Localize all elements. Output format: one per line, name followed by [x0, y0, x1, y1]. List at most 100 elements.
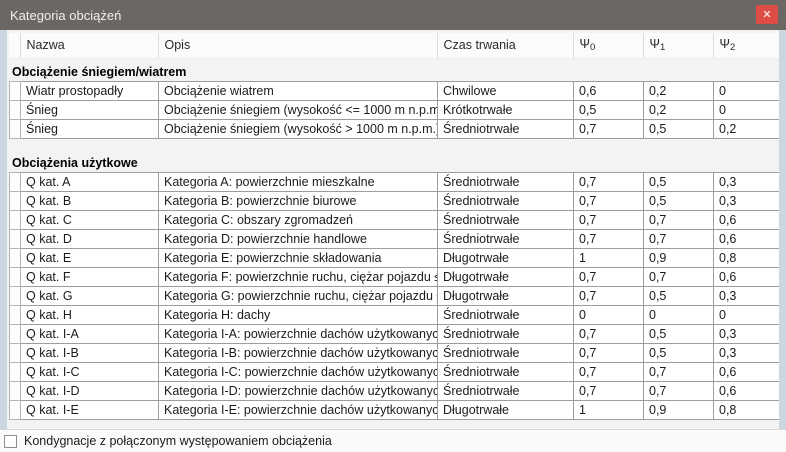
column-header-opis[interactable]: Opis [158, 33, 437, 59]
column-header-nazwa[interactable]: Nazwa [20, 33, 158, 59]
cell-psi0: 0,7 [574, 173, 644, 192]
table-row[interactable]: Q kat. E Kategoria E: powierzchnie skład… [10, 249, 780, 268]
cell-psi0: 1 [574, 249, 644, 268]
table-row[interactable]: Q kat. A Kategoria A: powierzchnie miesz… [10, 173, 780, 192]
cell-psi1: 0,9 [644, 401, 714, 420]
column-header-table: Nazwa Opis Czas trwania Ψ0 Ψ1 Ψ2 [9, 33, 779, 59]
row-selector[interactable] [10, 325, 21, 344]
cell-psi0: 0,7 [574, 230, 644, 249]
cell-nazwa: Q kat. E [21, 249, 159, 268]
load-category-dialog: Kategoria obciążeń ✕ Nazwa Opis Czas trw… [0, 0, 786, 452]
cell-opis: Kategoria I-D: powierzchnie dachów użytk… [159, 382, 438, 401]
cell-nazwa: Q kat. I-A [21, 325, 159, 344]
cell-opis: Obciążenie śniegiem (wysokość <= 1000 m … [159, 101, 438, 120]
close-icon[interactable]: ✕ [756, 5, 778, 24]
table-row[interactable]: Q kat. B Kategoria B: powierzchnie biuro… [10, 192, 780, 211]
row-selector[interactable] [10, 287, 21, 306]
column-header-gutter [9, 33, 20, 59]
cell-psi2: 0,6 [714, 363, 780, 382]
table-row[interactable]: Wiatr prostopadły Obciążenie wiatrem Chw… [10, 82, 780, 101]
cell-opis: Kategoria I-C: powierzchnie dachów użytk… [159, 363, 438, 382]
snow-wind-table: Wiatr prostopadły Obciążenie wiatrem Chw… [9, 81, 780, 139]
cell-nazwa: Śnieg [21, 101, 159, 120]
row-selector[interactable] [10, 101, 21, 120]
cell-psi1: 0,5 [644, 173, 714, 192]
cell-czas: Średniotrwałe [438, 120, 574, 139]
cell-czas: Średniotrwałe [438, 306, 574, 325]
cell-psi1: 0,2 [644, 82, 714, 101]
cell-opis: Kategoria C: obszary zgromadzeń [159, 211, 438, 230]
cell-psi0: 0,7 [574, 211, 644, 230]
combined-load-checkbox[interactable] [4, 435, 17, 448]
cell-nazwa: Wiatr prostopadły [21, 82, 159, 101]
cell-opis: Kategoria G: powierzchnie ruchu, ciężar … [159, 287, 438, 306]
table-row[interactable]: Q kat. I-D Kategoria I-D: powierzchnie d… [10, 382, 780, 401]
cell-psi2: 0,3 [714, 344, 780, 363]
cell-psi0: 0,7 [574, 268, 644, 287]
row-selector[interactable] [10, 173, 21, 192]
row-selector[interactable] [10, 230, 21, 249]
cell-psi0: 0,7 [574, 382, 644, 401]
row-selector[interactable] [10, 306, 21, 325]
table-row[interactable]: Q kat. H Kategoria H: dachy Średniotrwał… [10, 306, 780, 325]
table-row[interactable]: Q kat. I-E Kategoria I-E: powierzchnie d… [10, 401, 780, 420]
row-selector[interactable] [10, 192, 21, 211]
cell-czas: Długotrwałe [438, 249, 574, 268]
table-row[interactable]: Q kat. F Kategoria F: powierzchnie ruchu… [10, 268, 780, 287]
table-row[interactable]: Q kat. C Kategoria C: obszary zgromadzeń… [10, 211, 780, 230]
row-selector[interactable] [10, 401, 21, 420]
cell-czas: Średniotrwałe [438, 382, 574, 401]
cell-nazwa: Q kat. I-B [21, 344, 159, 363]
imposed-loads-table: Q kat. A Kategoria A: powierzchnie miesz… [9, 172, 780, 420]
table-row[interactable]: Q kat. G Kategoria G: powierzchnie ruchu… [10, 287, 780, 306]
cell-opis: Kategoria I-A: powierzchnie dachów użytk… [159, 325, 438, 344]
cell-czas: Średniotrwałe [438, 344, 574, 363]
column-header-psi1[interactable]: Ψ1 [643, 33, 713, 59]
section-title-imposed-loads: Obciążenia użytkowe [9, 154, 779, 172]
cell-opis: Kategoria A: powierzchnie mieszkalne [159, 173, 438, 192]
cell-psi0: 0,6 [574, 82, 644, 101]
row-selector[interactable] [10, 249, 21, 268]
row-selector[interactable] [10, 120, 21, 139]
titlebar[interactable]: Kategoria obciążeń ✕ [0, 0, 786, 30]
cell-psi2: 0 [714, 306, 780, 325]
cell-nazwa: Q kat. I-E [21, 401, 159, 420]
cell-psi1: 0,7 [644, 211, 714, 230]
row-selector[interactable] [10, 382, 21, 401]
cell-opis: Kategoria B: powierzchnie biurowe [159, 192, 438, 211]
table-row[interactable]: Q kat. D Kategoria D: powierzchnie handl… [10, 230, 780, 249]
cell-psi0: 1 [574, 401, 644, 420]
cell-psi1: 0,7 [644, 268, 714, 287]
table-row[interactable]: Q kat. I-C Kategoria I-C: powierzchnie d… [10, 363, 780, 382]
cell-psi1: 0,7 [644, 382, 714, 401]
cell-czas: Średniotrwałe [438, 211, 574, 230]
combined-load-checkbox-label[interactable]: Kondygnacje z połączonym występowaniem o… [24, 434, 332, 448]
cell-czas: Długotrwałe [438, 401, 574, 420]
cell-opis: Obciążenie śniegiem (wysokość > 1000 m n… [159, 120, 438, 139]
cell-opis: Kategoria I-B: powierzchnie dachów użytk… [159, 344, 438, 363]
cell-nazwa: Q kat. I-D [21, 382, 159, 401]
table-row[interactable]: Q kat. I-A Kategoria I-A: powierzchnie d… [10, 325, 780, 344]
row-selector[interactable] [10, 268, 21, 287]
cell-psi2: 0,8 [714, 249, 780, 268]
cell-opis: Kategoria H: dachy [159, 306, 438, 325]
cell-psi2: 0,6 [714, 211, 780, 230]
cell-psi1: 0,5 [644, 344, 714, 363]
column-header-psi2[interactable]: Ψ2 [713, 33, 779, 59]
cell-psi1: 0,9 [644, 249, 714, 268]
cell-nazwa: Śnieg [21, 120, 159, 139]
row-selector[interactable] [10, 344, 21, 363]
row-selector[interactable] [10, 363, 21, 382]
table-row[interactable]: Śnieg Obciążenie śniegiem (wysokość > 10… [10, 120, 780, 139]
cell-psi0: 0,7 [574, 287, 644, 306]
table-row[interactable]: Śnieg Obciążenie śniegiem (wysokość <= 1… [10, 101, 780, 120]
cell-psi1: 0,2 [644, 101, 714, 120]
cell-nazwa: Q kat. I-C [21, 363, 159, 382]
row-selector[interactable] [10, 211, 21, 230]
footer-bar: Kondygnacje z połączonym występowaniem o… [0, 429, 786, 452]
column-header-psi0[interactable]: Ψ0 [573, 33, 643, 59]
column-header-czas-trwania[interactable]: Czas trwania [437, 33, 573, 59]
cell-czas: Średniotrwałe [438, 173, 574, 192]
row-selector[interactable] [10, 82, 21, 101]
table-row[interactable]: Q kat. I-B Kategoria I-B: powierzchnie d… [10, 344, 780, 363]
